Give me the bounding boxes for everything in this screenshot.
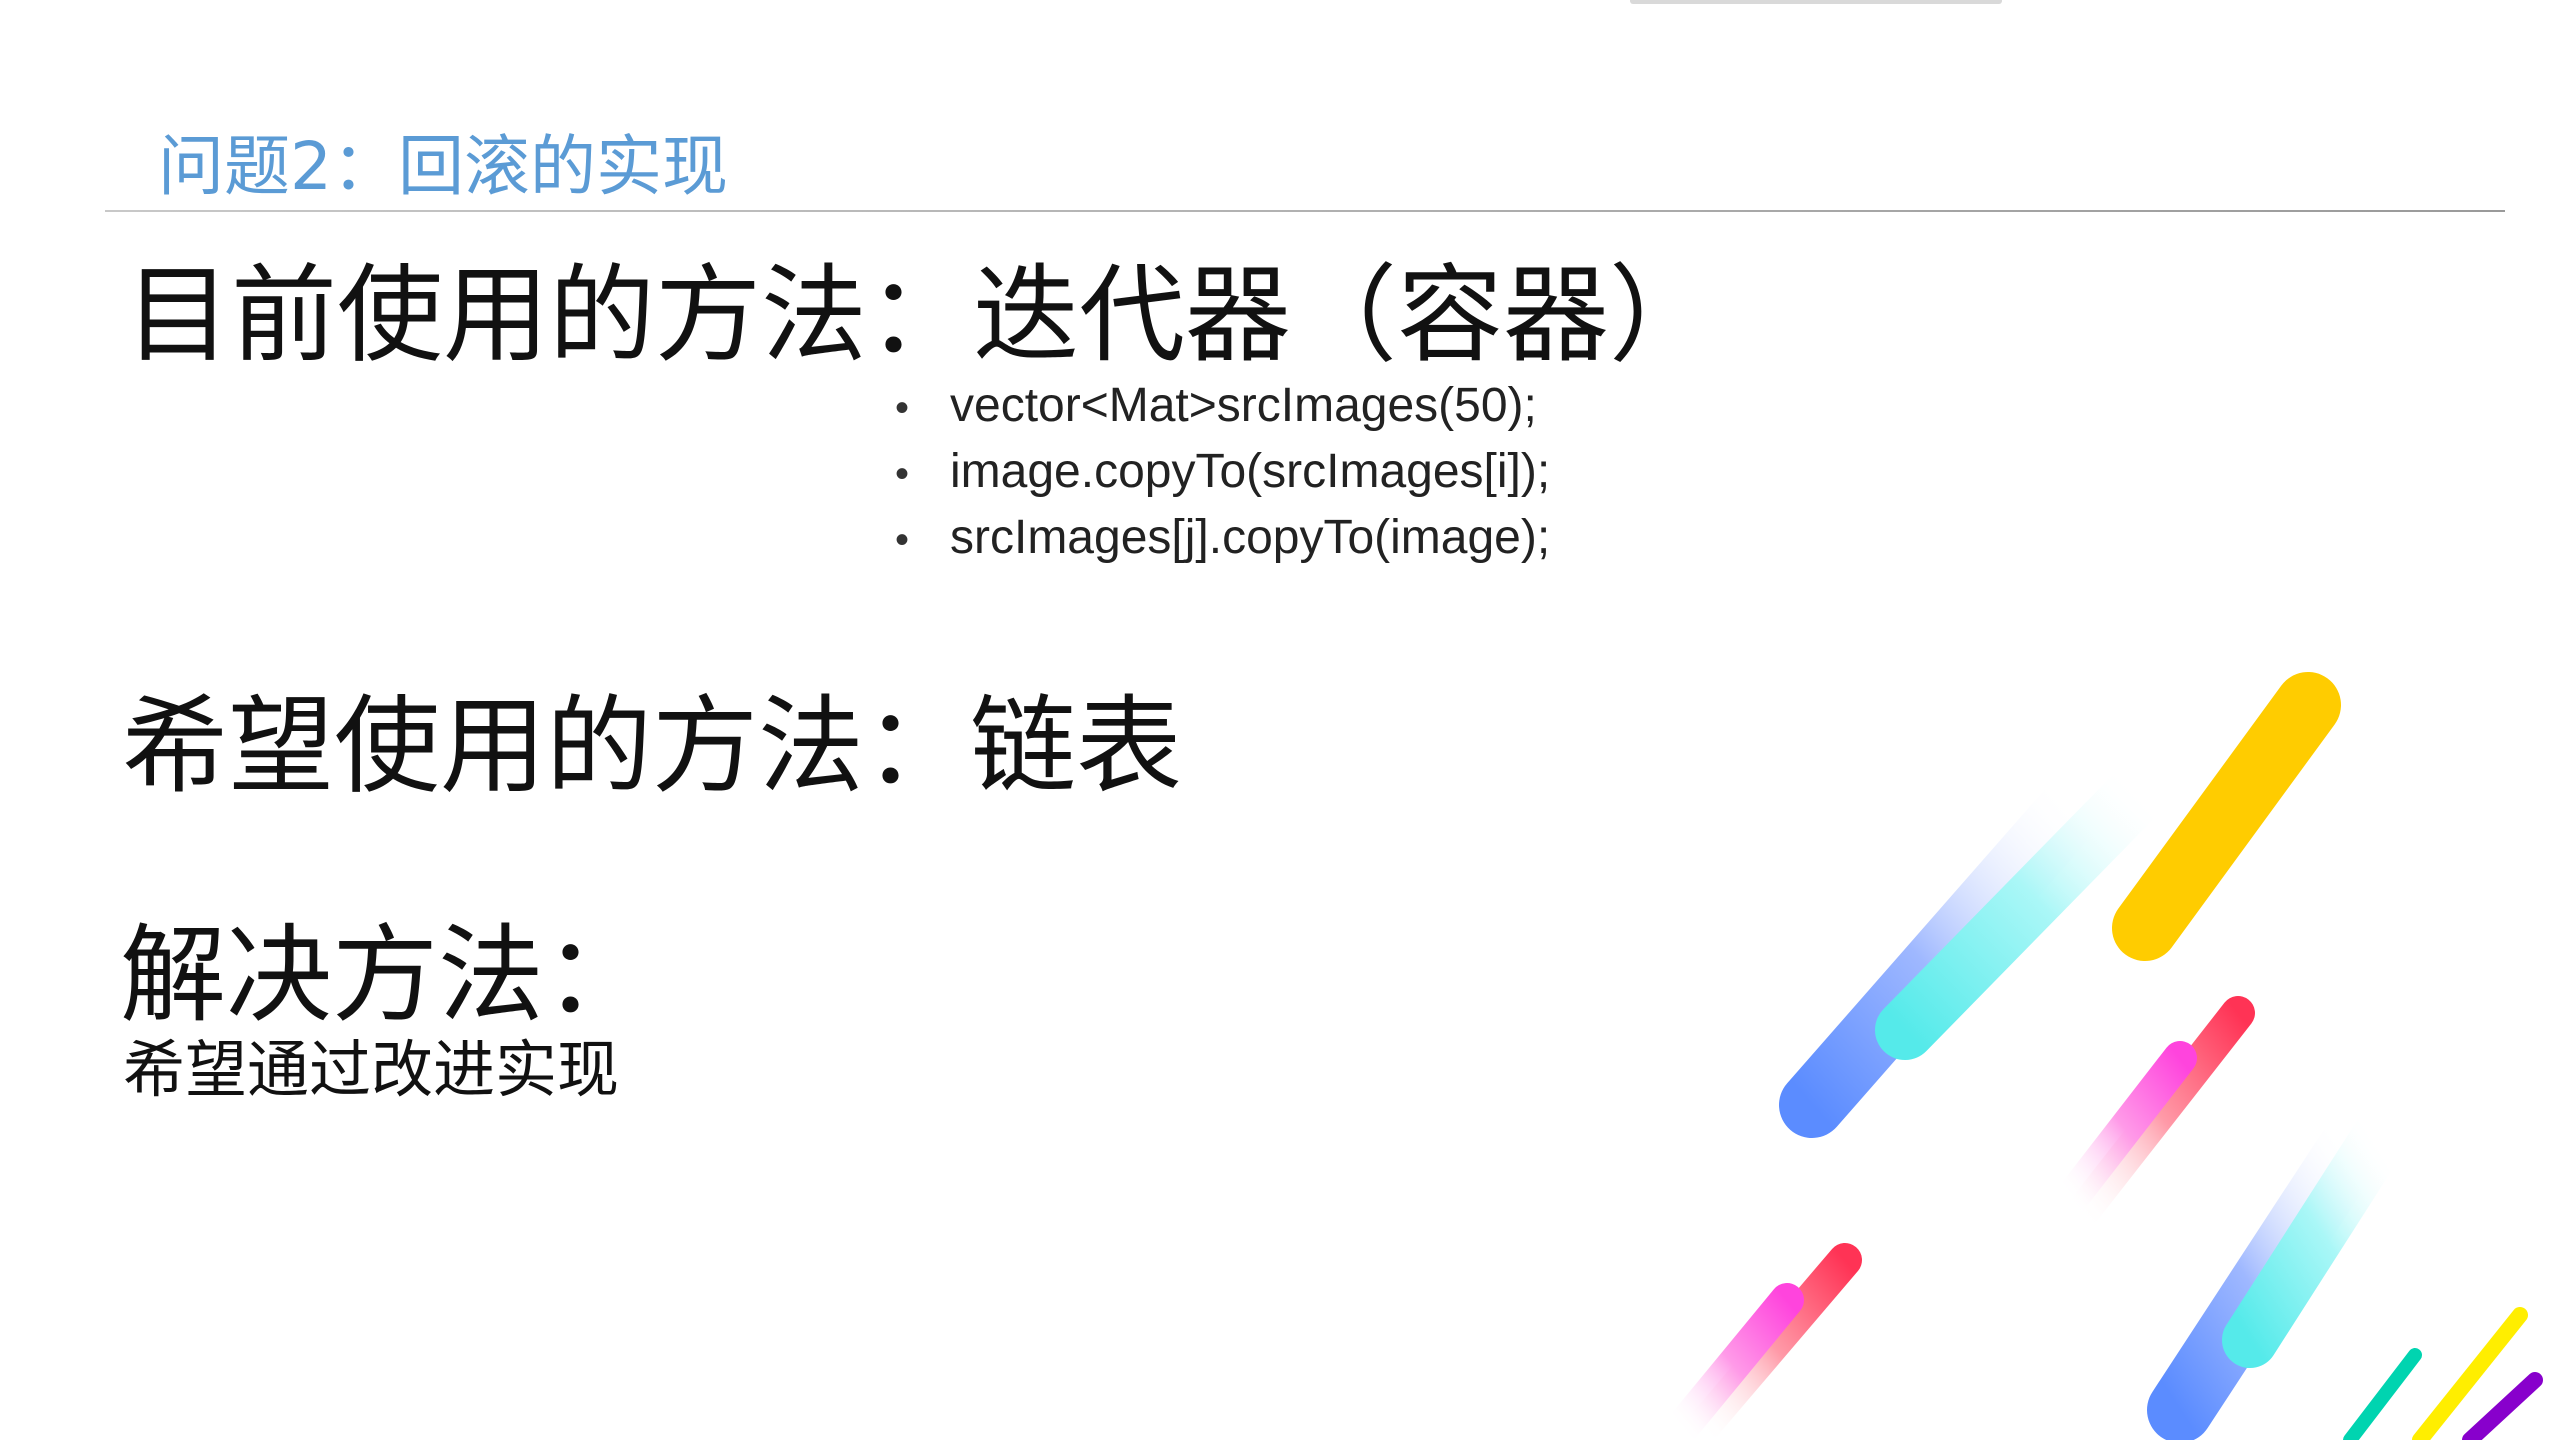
teal-streak — [2343, 1348, 2422, 1440]
code-line: srcImages[j].copyTo(image); — [950, 511, 1551, 564]
yellow-streak-small — [2412, 1307, 2528, 1440]
list-item: • image.copyTo(srcImages[i]); — [895, 439, 1550, 505]
bullet-icon: • — [895, 518, 910, 562]
solution-heading: 解决方法： — [120, 914, 650, 1037]
yellow-streak — [2112, 672, 2341, 961]
top-tab-indicator — [1630, 0, 2002, 4]
slide-title: 问题2：回滚的实现 — [158, 128, 728, 205]
list-item: • srcImages[j].copyTo(image); — [895, 505, 1550, 571]
title-divider — [105, 210, 2505, 212]
purple-streak — [2462, 1372, 2543, 1440]
current-method-code-list: • vector<Mat>srcImages(50); • image.copyTo… — [895, 373, 1550, 571]
red-streak-upper — [2063, 996, 2255, 1232]
bullet-icon: • — [895, 452, 910, 496]
code-line: image.copyTo(srcImages[i]); — [950, 445, 1551, 498]
bullet-icon: • — [895, 386, 910, 430]
decorative-streaks-graphic — [1663, 672, 2543, 1440]
desired-method-heading: 希望使用的方法：链表 — [122, 685, 1182, 808]
list-item: • vector<Mat>srcImages(50); — [895, 373, 1550, 439]
solution-text: 希望通过改进实现 — [123, 1033, 620, 1106]
current-method-heading: 目前使用的方法：迭代器（容器） — [125, 254, 1715, 377]
code-line: vector<Mat>srcImages(50); — [950, 379, 1537, 432]
